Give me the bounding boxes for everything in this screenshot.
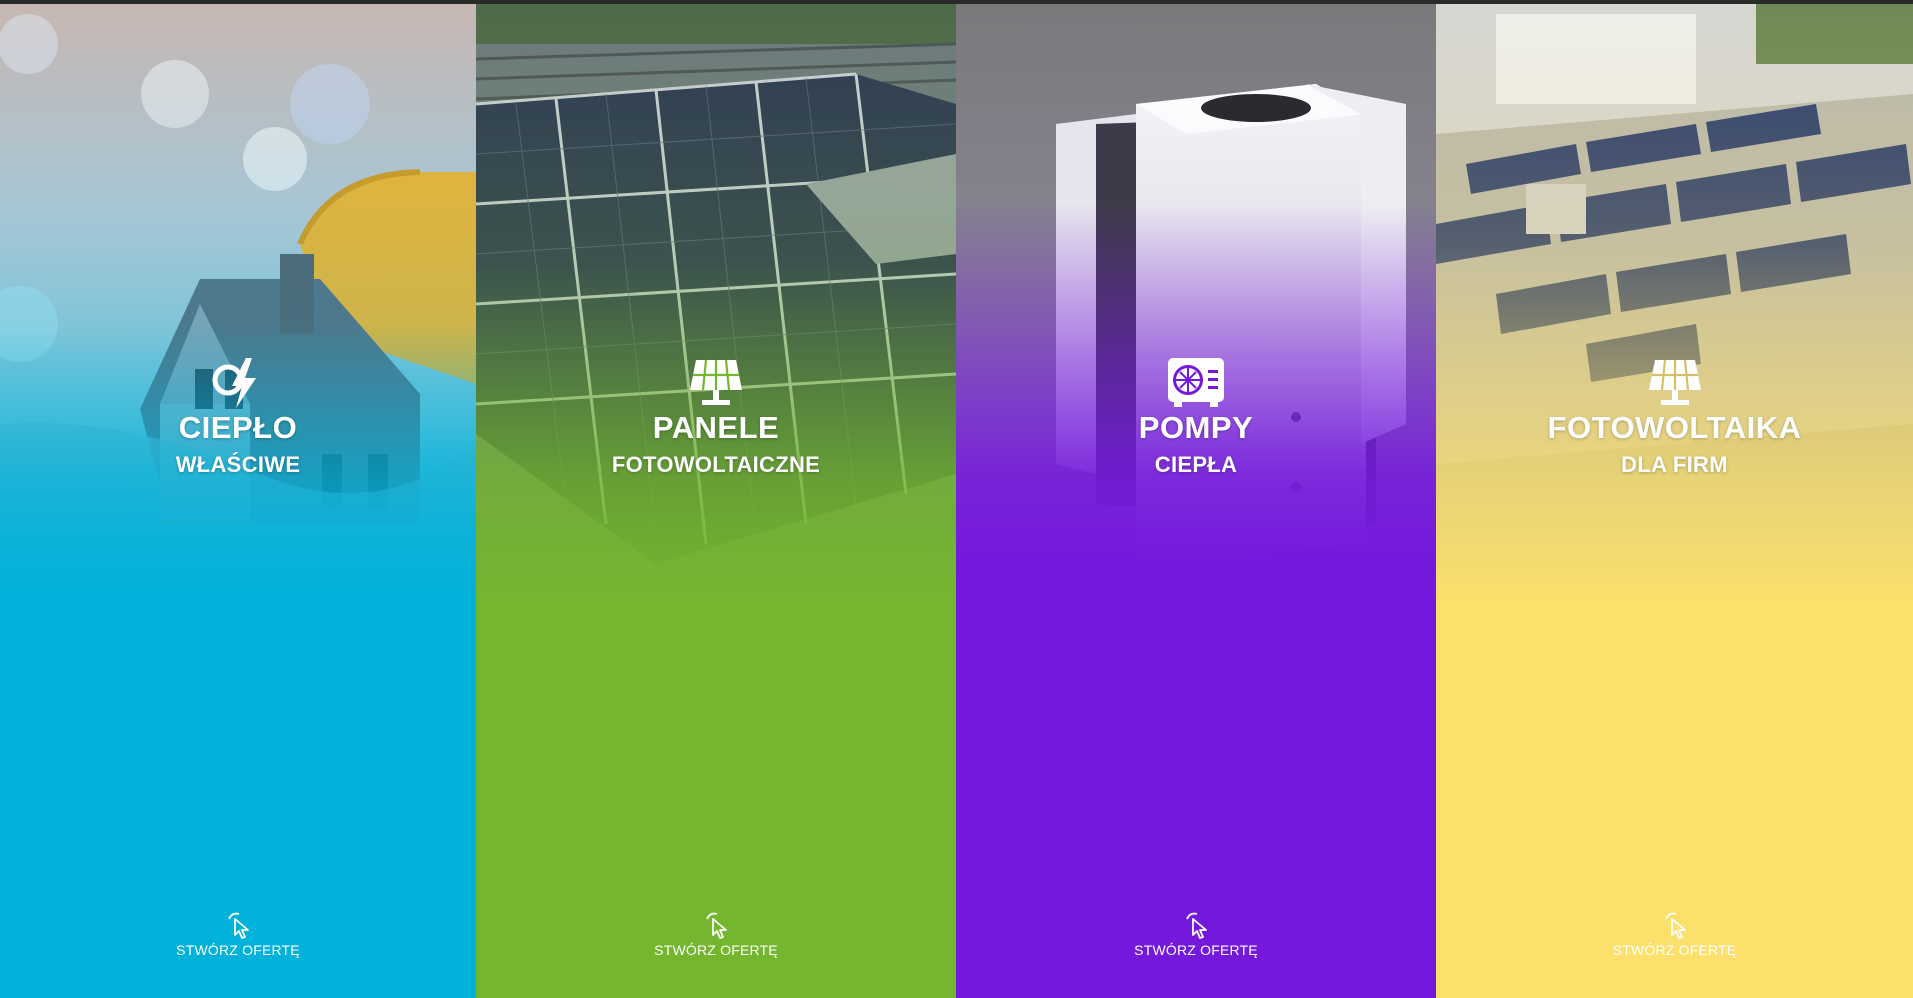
panel-color-overlay (1436, 4, 1913, 998)
create-offer-label: STWÓRZ OFERTĘ (176, 942, 300, 958)
panel-color-overlay (956, 4, 1436, 998)
panel-cieplo-wlasciwe[interactable]: CIEPŁO WŁAŚCIWE STWÓRZ OFERTĘ (0, 4, 476, 998)
click-cursor-icon (1186, 912, 1207, 939)
create-offer-button[interactable]: STWÓRZ OFERTĘ (1436, 910, 1913, 958)
panel-panele-fotowoltaiczne[interactable]: PANELE FOTOWOLTAICZNE STWÓRZ OFERTĘ (476, 4, 956, 998)
panel-color-overlay (0, 4, 476, 998)
create-offer-label: STWÓRZ OFERTĘ (1612, 942, 1737, 958)
create-offer-label: STWÓRZ OFERTĘ (1134, 942, 1258, 958)
solar-panel-icon (1648, 359, 1701, 405)
click-cursor-icon (228, 912, 249, 939)
create-offer-button[interactable]: STWÓRZ OFERTĘ (956, 910, 1436, 958)
panel-color-overlay (476, 4, 956, 998)
panel-subtitle: CIEPŁA (1154, 452, 1238, 477)
warm-energy-icon (212, 358, 256, 408)
panel-subtitle: WŁAŚCIWE (175, 452, 301, 477)
panel-title: CIEPŁO (178, 410, 298, 445)
heat-pump-icon (1168, 358, 1224, 407)
panel-title: FOTOWOLTAIKA (1547, 410, 1802, 445)
solar-panel-icon (690, 359, 742, 405)
panel-subtitle: DLA FIRM (1621, 452, 1728, 477)
panel-pompy-ciepla[interactable]: POMPY CIEPŁA STWÓRZ OFERTĘ (956, 4, 1436, 998)
offer-panels: CIEPŁO WŁAŚCIWE STWÓRZ OFERTĘ PANELE FOT… (0, 4, 1913, 998)
create-offer-button[interactable]: STWÓRZ OFERTĘ (476, 910, 956, 958)
create-offer-label: STWÓRZ OFERTĘ (654, 942, 778, 958)
panel-fotowoltaika-dla-firm[interactable]: FOTOWOLTAIKA DLA FIRM STWÓRZ OFERTĘ (1436, 4, 1913, 998)
create-offer-button[interactable]: STWÓRZ OFERTĘ (0, 910, 476, 958)
click-cursor-icon (1664, 912, 1686, 939)
panel-title: PANELE (652, 410, 780, 445)
click-cursor-icon (706, 912, 727, 939)
panel-subtitle: FOTOWOLTAICZNE (611, 452, 821, 477)
panel-title: POMPY (1138, 410, 1254, 445)
